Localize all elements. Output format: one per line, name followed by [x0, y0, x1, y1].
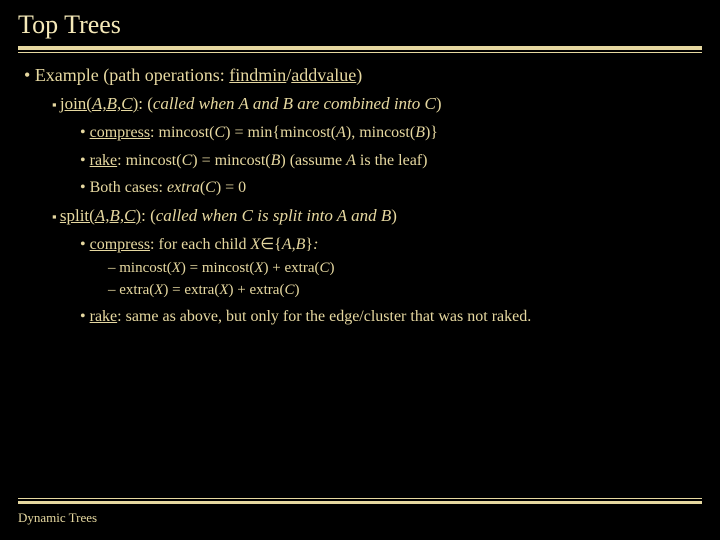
op-findmin: findmin [229, 65, 286, 85]
slide-content: Example (path operations: findmin/addval… [18, 63, 702, 328]
text: ) [391, 206, 397, 225]
title-rule-thin [18, 52, 702, 53]
op-addvalue: addvalue [291, 65, 356, 85]
text: Example (path operations: [35, 65, 229, 85]
text: : ( [138, 94, 153, 113]
split-compress: compress: for each child X∈{A,B}: mincos… [80, 234, 702, 300]
split-line: split(A,B,C): (called when C is split in… [52, 205, 702, 328]
split-mincost: mincost(X) = mincost(X) + extra(C) [108, 258, 702, 278]
text: : ( [141, 206, 156, 225]
sub-list: join(A,B,C): (called when A and B are co… [24, 93, 702, 327]
split-details: compress: for each child X∈{A,B}: mincos… [52, 234, 702, 328]
slide-title: Top Trees [18, 10, 702, 40]
text: ) [436, 94, 442, 113]
bullet-list: Example (path operations: findmin/addval… [18, 63, 702, 328]
split-extra: extra(X) = extra(X) + extra(C) [108, 280, 702, 300]
join-details: compress: mincost(C) = min{mincost(A), m… [52, 122, 702, 199]
text: ) [356, 65, 362, 85]
split-call: split(A,B,C) [60, 206, 141, 225]
text: called when A and B are combined into C [153, 94, 436, 113]
join-call: join(A,B,C) [60, 94, 138, 113]
text: called when C is split into A and B [156, 206, 392, 225]
footer: Dynamic Trees [18, 498, 702, 526]
split-rake: rake: same as above, but only for the ed… [80, 306, 702, 328]
example-line: Example (path operations: findmin/addval… [24, 63, 702, 328]
join-compress: compress: mincost(C) = min{mincost(A), m… [80, 122, 702, 144]
join-rake: rake: mincost(C) = mincost(B) (assume A … [80, 150, 702, 172]
footer-text: Dynamic Trees [18, 510, 702, 526]
join-both: Both cases: extra(C) = 0 [80, 177, 702, 199]
footer-rule-thick [18, 501, 702, 504]
slide: Top Trees Example (path operations: find… [0, 0, 720, 540]
join-line: join(A,B,C): (called when A and B are co… [52, 93, 702, 199]
split-compress-details: mincost(X) = mincost(X) + extra(C) extra… [80, 258, 702, 301]
footer-rule-thin [18, 498, 702, 499]
title-rule-thick [18, 46, 702, 50]
